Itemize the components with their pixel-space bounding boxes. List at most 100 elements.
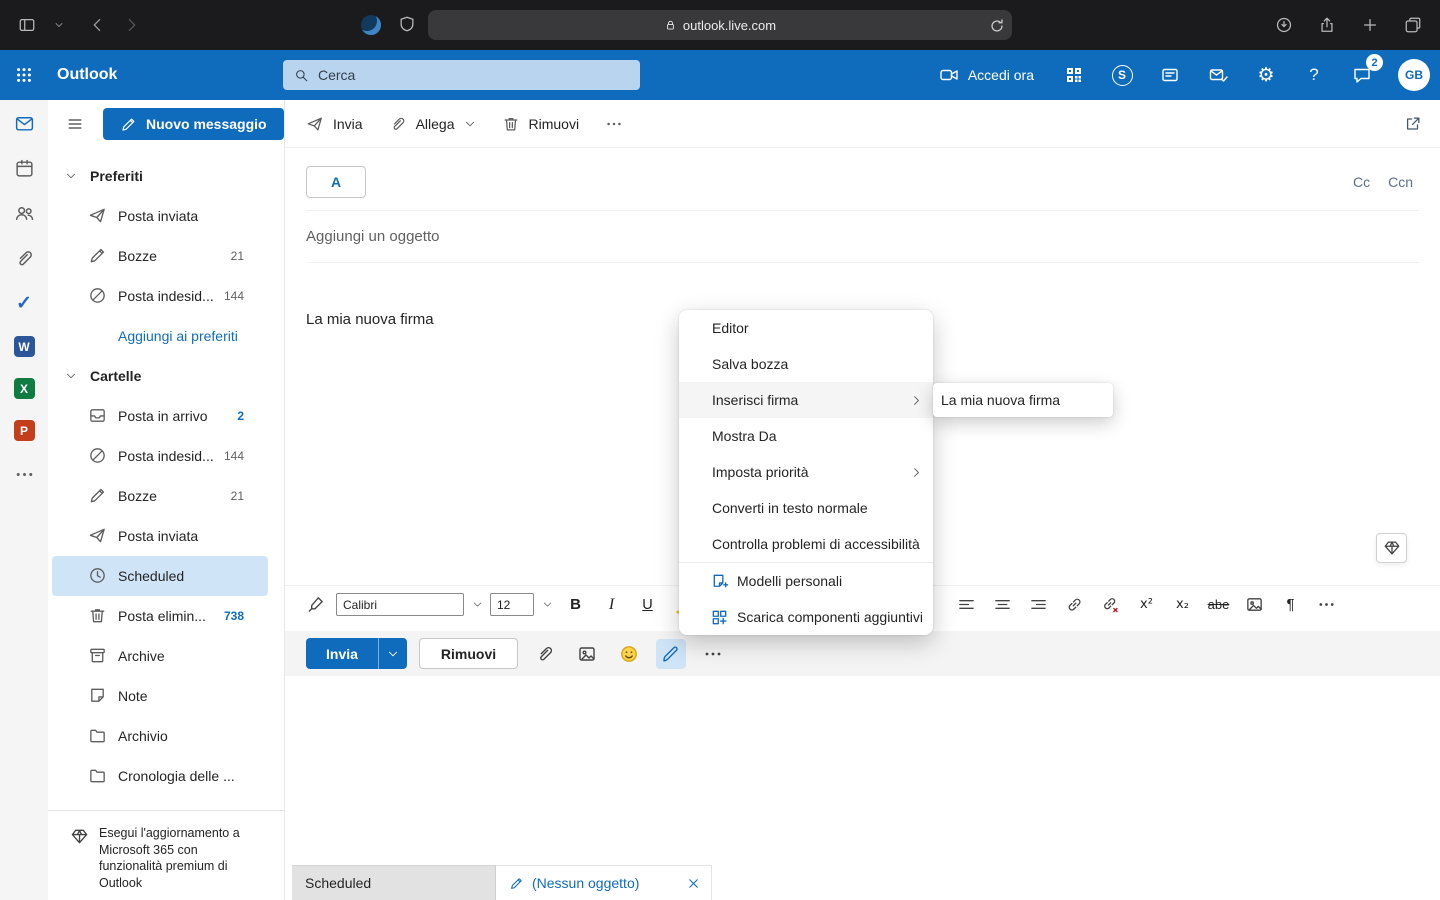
- address-bar[interactable]: outlook.live.com: [428, 10, 1012, 40]
- attach-command[interactable]: Allega: [389, 115, 476, 133]
- tab-scheduled[interactable]: Scheduled: [292, 865, 496, 900]
- menu-item-convert-plain-text[interactable]: Converti in testo normale: [679, 490, 933, 526]
- immersive-reader-icon[interactable]: [1158, 63, 1182, 87]
- folder-item-posta-in-arrivo[interactable]: Posta in arrivo 2: [52, 396, 268, 436]
- reload-icon[interactable]: [988, 17, 1004, 33]
- sidebar-toggle-icon[interactable]: [16, 14, 38, 36]
- to-button[interactable]: A: [306, 166, 366, 198]
- favorites-section-header[interactable]: Preferiti: [48, 156, 284, 196]
- menu-item-show-from[interactable]: Mostra Da: [679, 418, 933, 454]
- calendar-nav-icon[interactable]: [12, 156, 36, 180]
- close-tab-icon[interactable]: [686, 876, 701, 891]
- new-message-button[interactable]: Nuovo messaggio: [103, 108, 284, 140]
- account-avatar[interactable]: GB: [1398, 59, 1430, 91]
- insert-image-icon[interactable]: [572, 639, 602, 669]
- folder-item-posta-eliminata[interactable]: Posta elimin... 738: [52, 596, 268, 636]
- folder-item-posta-indesiderata[interactable]: Posta indesid... 144: [52, 436, 268, 476]
- paragraph-direction-button[interactable]: ¶: [1275, 591, 1306, 619]
- link-icon[interactable]: [1059, 591, 1090, 619]
- premium-diamond-button[interactable]: [1376, 533, 1407, 563]
- bold-button[interactable]: B: [560, 591, 591, 619]
- settings-gear-icon[interactable]: ⚙: [1254, 63, 1278, 87]
- forward-button[interactable]: [121, 14, 143, 36]
- bcc-button[interactable]: Ccn: [1388, 174, 1413, 190]
- font-size-chevron-icon[interactable]: [539, 599, 555, 610]
- upgrade-banner[interactable]: Esegui l'aggiornamento a Microsoft 365 c…: [48, 810, 284, 900]
- shield-extension-icon[interactable]: [398, 15, 416, 33]
- share-icon[interactable]: [1316, 14, 1338, 36]
- signature-submenu-item[interactable]: La mia nuova firma: [933, 383, 1113, 417]
- skype-icon[interactable]: S: [1110, 63, 1134, 87]
- menu-item-get-addins[interactable]: Scarica componenti aggiuntivi: [679, 599, 933, 635]
- more-formatting-icon[interactable]: [1311, 591, 1342, 619]
- feedback-icon[interactable]: 2: [1350, 63, 1374, 87]
- align-center-icon[interactable]: [987, 591, 1018, 619]
- font-family-select[interactable]: Calibri: [336, 593, 464, 616]
- open-in-new-window-icon[interactable]: [1404, 115, 1422, 133]
- mail-tips-icon[interactable]: [1206, 63, 1230, 87]
- folder-item-archivio[interactable]: Archivio: [52, 716, 268, 756]
- folder-item-note[interactable]: Note: [52, 676, 268, 716]
- font-family-chevron-icon[interactable]: [469, 599, 485, 610]
- folder-item-scheduled[interactable]: Scheduled: [52, 556, 268, 596]
- italic-button[interactable]: I: [596, 591, 627, 619]
- qr-code-icon[interactable]: [1062, 63, 1086, 87]
- align-right-icon[interactable]: [1023, 591, 1054, 619]
- word-app-icon[interactable]: W: [14, 336, 35, 357]
- menu-item-editor[interactable]: Editor: [679, 310, 933, 346]
- hamburger-menu-icon[interactable]: [65, 115, 85, 133]
- align-left-icon[interactable]: [951, 591, 982, 619]
- menu-item-save-draft[interactable]: Salva bozza: [679, 346, 933, 382]
- underline-button[interactable]: U: [632, 591, 663, 619]
- excel-app-icon[interactable]: X: [14, 378, 35, 399]
- discard-button[interactable]: Rimuovi: [419, 638, 518, 669]
- extension-icon[interactable]: [361, 15, 381, 35]
- strikethrough-button[interactable]: abe: [1203, 591, 1234, 619]
- add-to-favorites-link[interactable]: Aggiungi ai preferiti: [48, 316, 284, 356]
- attach-file-icon[interactable]: [530, 639, 560, 669]
- back-button[interactable]: [86, 14, 108, 36]
- todo-nav-icon[interactable]: ✓: [12, 291, 36, 315]
- favorite-item-bozze[interactable]: Bozze 21: [52, 236, 268, 276]
- folder-item-bozze[interactable]: Bozze 21: [52, 476, 268, 516]
- menu-item-set-priority[interactable]: Imposta priorità: [679, 454, 933, 490]
- subject-input[interactable]: Aggiungi un oggetto: [306, 211, 1419, 263]
- mail-nav-icon[interactable]: [12, 111, 36, 135]
- tab-active-draft[interactable]: (Nessun oggetto): [496, 865, 712, 900]
- downloads-icon[interactable]: [1273, 14, 1295, 36]
- toolbar-chevron-icon[interactable]: [51, 14, 73, 36]
- people-nav-icon[interactable]: [12, 201, 36, 225]
- subscript-button[interactable]: x₂: [1167, 591, 1198, 619]
- format-painter-icon[interactable]: [300, 591, 331, 619]
- new-tab-icon[interactable]: [1359, 14, 1381, 36]
- send-options-chevron-icon[interactable]: [379, 638, 407, 669]
- attachments-nav-icon[interactable]: [12, 246, 36, 270]
- folders-section-header[interactable]: Cartelle: [48, 356, 284, 396]
- draw-pen-icon[interactable]: [656, 639, 686, 669]
- more-options-icon[interactable]: [698, 639, 728, 669]
- send-command[interactable]: Invia: [306, 115, 363, 133]
- unlink-icon[interactable]: [1095, 591, 1126, 619]
- menu-item-my-templates[interactable]: Modelli personali: [679, 563, 933, 599]
- cc-button[interactable]: Cc: [1353, 174, 1370, 190]
- favorite-item-posta-inviata[interactable]: Posta inviata: [52, 196, 268, 236]
- tab-overview-icon[interactable]: [1402, 14, 1424, 36]
- search-bar[interactable]: Cerca: [283, 60, 640, 90]
- superscript-button[interactable]: x²: [1131, 591, 1162, 619]
- font-size-select[interactable]: 12: [490, 593, 534, 616]
- powerpoint-app-icon[interactable]: P: [14, 420, 35, 441]
- more-apps-icon[interactable]: [12, 462, 36, 486]
- more-commands-icon[interactable]: [605, 115, 623, 133]
- app-launcher-icon[interactable]: [0, 50, 48, 100]
- emoji-icon[interactable]: [614, 639, 644, 669]
- discard-command[interactable]: Rimuovi: [502, 115, 580, 133]
- folder-item-posta-inviata[interactable]: Posta inviata: [52, 516, 268, 556]
- meet-now-button[interactable]: Accedi ora: [939, 65, 1034, 85]
- menu-item-insert-signature[interactable]: Inserisci firma: [679, 382, 933, 418]
- folder-item-archive[interactable]: Archive: [52, 636, 268, 676]
- menu-item-check-accessibility[interactable]: Controlla problemi di accessibilità: [679, 526, 933, 562]
- send-split-button[interactable]: Invia: [306, 638, 407, 669]
- help-icon[interactable]: ?: [1302, 63, 1326, 87]
- send-button[interactable]: Invia: [306, 638, 379, 669]
- insert-picture-icon[interactable]: [1239, 591, 1270, 619]
